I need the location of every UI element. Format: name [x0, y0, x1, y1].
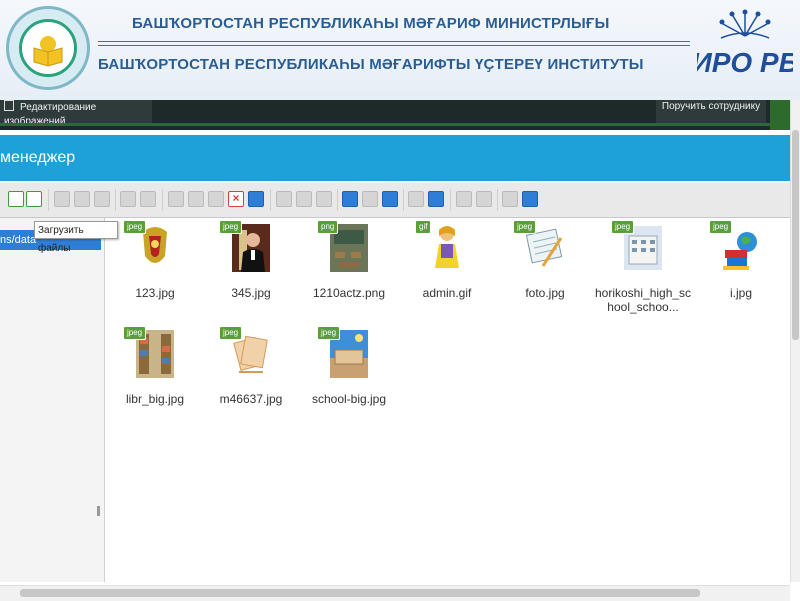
cut-icon[interactable] — [188, 191, 204, 207]
list-view-icon[interactable] — [362, 191, 378, 207]
file-type-badge: jpeg — [317, 326, 341, 340]
folder-tree: ns/data — [0, 218, 105, 582]
divider — [162, 189, 163, 211]
file-item[interactable]: jpeg libr_big.jpg — [107, 326, 203, 406]
file-item[interactable]: jpeg m46637.jpg — [203, 326, 299, 406]
file-item[interactable]: jpeg horikoshi_high_sc hool_schoo... — [595, 220, 692, 314]
icons-view-icon[interactable] — [342, 191, 358, 207]
svg-text:ИРО РБ: ИРО РБ — [697, 47, 793, 78]
iro-rb-logo: ИРО РБ — [697, 9, 793, 78]
calendar-pencil-thumb: jpeg — [513, 220, 565, 274]
file-name: school-big.jpg — [311, 392, 387, 406]
file-item[interactable]: gif admin.gif — [399, 220, 495, 300]
library-shelves-thumb: jpeg — [123, 326, 175, 380]
globe-books-thumb: jpeg — [709, 220, 761, 274]
file-name: i.jpg — [729, 286, 752, 300]
judge-portrait-thumb: jpeg — [219, 220, 271, 274]
divider — [0, 123, 790, 126]
divider — [115, 189, 116, 211]
home-icon — [4, 100, 14, 111]
paper-stack-thumb: jpeg — [219, 326, 271, 380]
file-item[interactable]: jpeg foto.jpg — [497, 220, 593, 300]
rename-icon[interactable] — [248, 191, 264, 207]
file-name: m46637.jpg — [219, 392, 283, 406]
undo-icon[interactable] — [120, 191, 136, 207]
resize-handle[interactable] — [97, 506, 100, 516]
help-icon[interactable] — [522, 191, 538, 207]
cursor-icon[interactable] — [94, 191, 110, 207]
file-item[interactable]: jpeg 345.jpg — [203, 220, 299, 300]
save-icon[interactable] — [26, 191, 42, 207]
file-type-badge: jpeg — [611, 220, 635, 234]
file-type-badge: jpeg — [513, 220, 537, 234]
school-building-thumb: jpeg — [611, 220, 663, 274]
divider — [98, 45, 690, 46]
file-name: libr_big.jpg — [125, 392, 185, 406]
file-name: 123.jpg — [135, 286, 175, 300]
ministry-title: БАШҠОРТОСТАН РЕСПУБЛИКАҺЫ МӘҒАРИФ МИНИСТ… — [132, 15, 610, 32]
divider — [337, 189, 338, 211]
settings-icon[interactable] — [502, 191, 518, 207]
file-name: horikoshi_high_sc hool_schoo... — [595, 286, 692, 314]
file-manager-header: менеджер — [0, 135, 790, 181]
file-type-badge: png — [317, 220, 339, 234]
divider — [403, 189, 404, 211]
eye-icon[interactable] — [408, 191, 424, 207]
file-type-badge: jpeg — [709, 220, 733, 234]
divider — [98, 41, 690, 42]
divider — [270, 189, 271, 211]
file-type-badge: jpeg — [219, 326, 243, 340]
file-item[interactable]: jpeg school-big.jpg — [301, 326, 397, 406]
file-grid: jpeg 123.jpg jpeg 345.jpg png 1210actz.p… — [105, 218, 790, 582]
divider — [48, 189, 49, 211]
admin-topbar: Редактирование изображений Поручить сотр… — [0, 100, 790, 130]
upload-files-tooltip: Загрузить файлы — [34, 221, 118, 254]
school-blue-sky-thumb: jpeg — [317, 326, 369, 380]
info-icon[interactable] — [428, 191, 444, 207]
header-banner: БАШҠОРТОСТАН РЕСПУБЛИКАҺЫ МӘҒАРИФ МИНИСТ… — [0, 0, 800, 100]
file-name: foto.jpg — [525, 286, 565, 300]
divider — [450, 189, 451, 211]
scrollbar-thumb[interactable] — [792, 130, 799, 340]
file-name: admin.gif — [422, 286, 472, 300]
select-all-icon[interactable] — [456, 191, 472, 207]
resize-icon[interactable] — [476, 191, 492, 207]
file-manager-title: менеджер — [0, 149, 76, 166]
institute-title: БАШҠОРТОСТАН РЕСПУБЛИКАҺЫ МӘҒАРИФТЫ ҮҪТЕ… — [98, 56, 644, 73]
classroom-thumb: png — [317, 220, 369, 274]
delete-icon[interactable]: × — [228, 191, 244, 207]
file-item[interactable]: jpeg i.jpg — [693, 220, 789, 300]
file-type-badge: jpeg — [123, 326, 147, 340]
coat-of-arms-thumb: jpeg — [123, 220, 175, 274]
sort-icon[interactable] — [382, 191, 398, 207]
view-icon[interactable] — [54, 191, 70, 207]
duplicate-icon[interactable] — [276, 191, 292, 207]
book-icon — [33, 36, 63, 67]
scrollbar-thumb[interactable] — [20, 589, 700, 597]
file-item[interactable]: png 1210actz.png — [301, 220, 397, 300]
file-type-badge: gif — [415, 220, 432, 234]
file-name: 345.jpg — [231, 286, 271, 300]
file-name: 1210actz.png — [312, 286, 386, 300]
divider — [497, 189, 498, 211]
file-manager-toolbar: × — [0, 183, 790, 218]
file-type-badge: jpeg — [123, 220, 147, 234]
extract-icon[interactable] — [296, 191, 312, 207]
save-disabled-icon[interactable] — [74, 191, 90, 207]
copy-icon[interactable] — [168, 191, 184, 207]
book-emblem-logo — [6, 6, 90, 90]
archive-icon[interactable] — [316, 191, 332, 207]
paste-icon[interactable] — [208, 191, 224, 207]
new-file-icon[interactable] — [8, 191, 24, 207]
file-type-badge: jpeg — [219, 220, 243, 234]
side-panel — [770, 100, 790, 130]
redo-icon[interactable] — [140, 191, 156, 207]
file-item[interactable]: jpeg 123.jpg — [107, 220, 203, 300]
vertical-scrollbar[interactable] — [790, 100, 800, 582]
horizontal-scrollbar[interactable] — [0, 585, 790, 601]
cartoon-woman-thumb: gif — [415, 220, 467, 274]
